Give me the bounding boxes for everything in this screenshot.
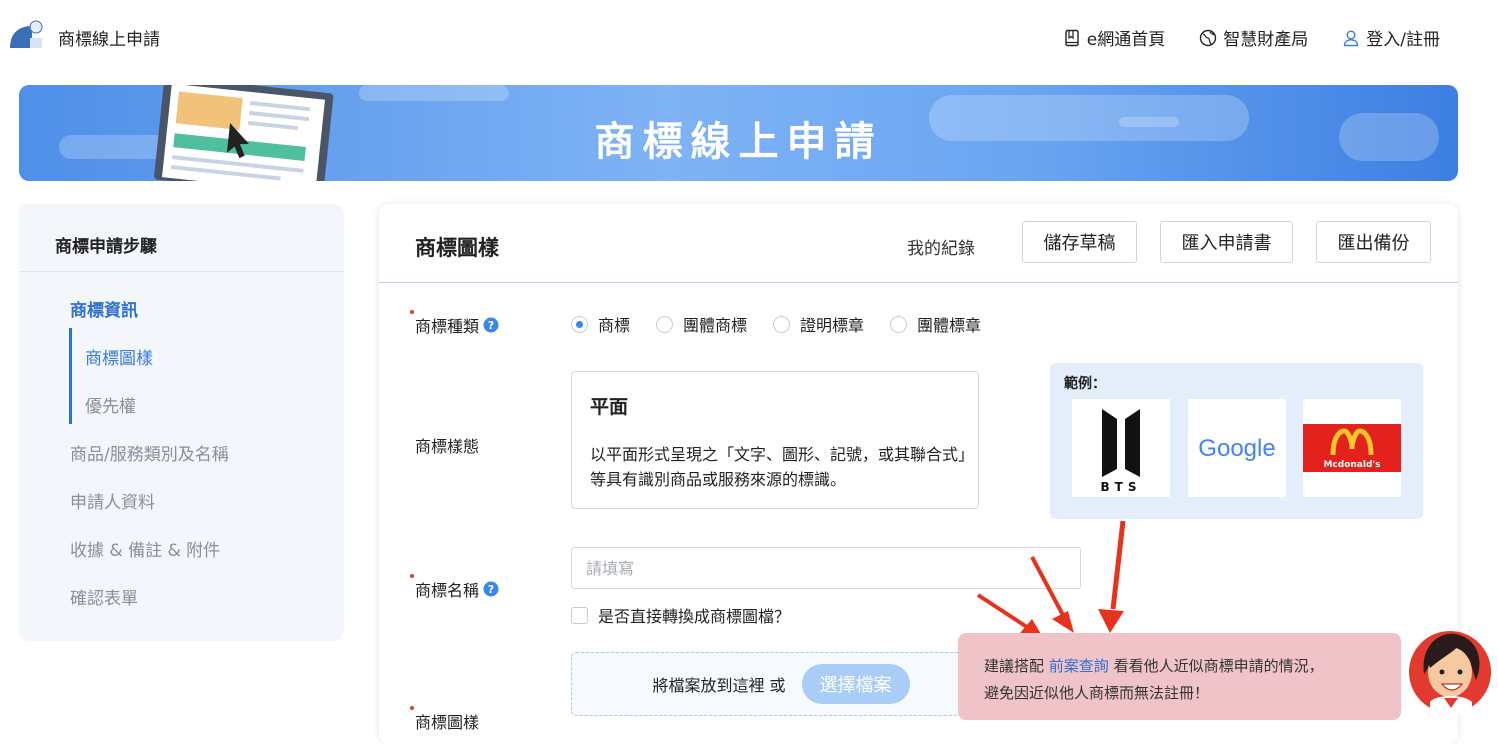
radio-certification-mark[interactable]: 證明標章 xyxy=(773,312,864,336)
banner-title: 商標線上申請 xyxy=(594,119,883,165)
panel-divider xyxy=(379,282,1458,283)
nav-login-label: 登入/註冊 xyxy=(1366,30,1440,50)
assistant-avatar-icon[interactable] xyxy=(1404,622,1494,714)
app-title[interactable]: 商標線上申請 xyxy=(58,25,160,50)
nav-tipo-link[interactable]: 智慧財產局 xyxy=(1199,25,1308,50)
bts-logo-icon: BTS xyxy=(1101,409,1142,493)
step-goods-services[interactable]: 商品/服務類別及名稱 xyxy=(70,440,229,465)
required-marker xyxy=(410,310,414,314)
user-icon xyxy=(1344,30,1359,46)
book-icon xyxy=(1065,29,1079,46)
bts-logo-text: BTS xyxy=(1101,480,1142,493)
hint-bubble: 建議搭配 前案查詢 看看他人近似商標申請的情況， 避免因近似他人商標而無法註冊！ xyxy=(958,633,1401,720)
top-bar: 商標線上申請 e網通首頁 智慧財產局 登入/註冊 xyxy=(0,0,1498,72)
prior-search-link[interactable]: 前案查詢 xyxy=(1049,657,1109,675)
required-marker xyxy=(410,706,414,710)
steps-sidebar: 商標申請步驟 商標資訊 商標圖樣 優先權 商品/服務類別及名稱 申請人資料 收據… xyxy=(19,204,344,641)
mcdonalds-logo-icon: Mcdonald's xyxy=(1303,424,1401,472)
banner-cloud xyxy=(359,85,509,101)
image-field-label: 商標圖樣 xyxy=(415,709,479,733)
radio-collective-trademark[interactable]: 團體商標 xyxy=(656,312,747,336)
image-label-text: 商標圖樣 xyxy=(415,713,480,732)
svg-text:?: ? xyxy=(488,583,494,596)
help-icon[interactable]: ? xyxy=(483,317,499,333)
example-box: 範例： BTS Google Mcdonald's xyxy=(1050,363,1423,519)
example-google-logo: Google xyxy=(1188,399,1286,497)
radio-circle[interactable] xyxy=(890,315,908,333)
google-logo-icon: Google xyxy=(1198,435,1275,462)
my-records-link[interactable]: 我的紀錄 xyxy=(907,234,975,259)
style-card-title: 平面 xyxy=(590,396,629,418)
step-applicant[interactable]: 申請人資料 xyxy=(70,488,155,513)
file-drop-zone[interactable]: 將檔案放到這裡 或 選擇檔案 xyxy=(571,652,991,716)
hint-line2: 避免因近似他人商標而無法註冊！ xyxy=(984,684,1210,702)
top-nav: e網通首頁 智慧財產局 登入/註冊 xyxy=(1063,25,1440,50)
google-logo-text: Google xyxy=(1198,435,1275,462)
radio-label: 商標 xyxy=(598,316,631,335)
radio-circle[interactable] xyxy=(656,315,674,333)
required-marker xyxy=(410,574,414,578)
step-confirm[interactable]: 確認表單 xyxy=(70,584,138,609)
trademark-name-input[interactable] xyxy=(571,547,1081,589)
style-card-desc: 以平面形式呈現之「文字、圖形、記號，或其聯合式」等具有識別商品或服務來源的標識。 xyxy=(590,445,967,489)
mcdonalds-logo-text: Mcdonald's xyxy=(1323,460,1380,470)
sidebar-title: 商標申請步驟 xyxy=(55,237,157,257)
type-field-label: 商標種類 ? xyxy=(415,313,499,337)
radio-checked-circle[interactable] xyxy=(571,315,588,333)
radio-circle[interactable] xyxy=(773,315,791,333)
style-field-label: 商標樣態 xyxy=(415,433,479,457)
choose-file-button[interactable]: 選擇檔案 xyxy=(801,664,910,704)
page-banner: 商標線上申請 xyxy=(19,85,1458,181)
tipo-logo-icon[interactable] xyxy=(6,18,46,52)
style-option-card[interactable]: 平面 以平面形式呈現之「文字、圖形、記號，或其聯合式」等具有識別商品或服務來源的… xyxy=(571,371,979,509)
convert-checkbox[interactable] xyxy=(571,606,588,624)
step-trademark-image[interactable]: 商標圖樣 xyxy=(85,344,153,369)
import-application-button[interactable]: 匯入申請書 xyxy=(1160,221,1293,263)
nav-home-label: e網通首頁 xyxy=(1086,30,1166,50)
example-mcdonalds-logo: Mcdonald's xyxy=(1303,399,1401,497)
drop-zone-text: 將檔案放到這裡 或 xyxy=(652,676,786,695)
style-label-text: 商標樣態 xyxy=(415,437,480,456)
nav-tipo-label: 智慧財產局 xyxy=(1223,30,1309,50)
radio-collective-mark[interactable]: 團體標章 xyxy=(890,312,981,336)
type-radio-group: 商標 團體商標 證明標章 團體標章 xyxy=(571,312,981,336)
name-field-label: 商標名稱 ? xyxy=(415,577,499,601)
nav-home-link[interactable]: e網通首頁 xyxy=(1063,25,1165,50)
nav-login-link[interactable]: 登入/註冊 xyxy=(1342,25,1440,50)
example-label: 範例： xyxy=(1064,376,1106,392)
save-draft-button[interactable]: 儲存草稿 xyxy=(1022,221,1137,263)
panel-title: 商標圖樣 xyxy=(415,236,499,260)
radio-label: 證明標章 xyxy=(800,316,865,335)
type-label-text: 商標種類 xyxy=(415,317,480,336)
radio-label: 團體商標 xyxy=(683,316,748,335)
radio-trademark[interactable]: 商標 xyxy=(571,312,630,336)
convert-checkbox-row[interactable]: 是否直接轉換成商標圖檔？ xyxy=(571,603,790,627)
name-label-text: 商標名稱 xyxy=(415,581,480,600)
globe-icon xyxy=(1200,29,1217,46)
svg-text:?: ? xyxy=(488,319,494,332)
hint-text: 建議搭配 前案查詢 看看他人近似商標申請的情況， 避免因近似他人商標而無法註冊！ xyxy=(984,653,1324,707)
example-bts-logo: BTS xyxy=(1072,399,1170,497)
step-trademark-info[interactable]: 商標資訊 xyxy=(70,296,138,321)
convert-checkbox-label: 是否直接轉換成商標圖檔？ xyxy=(598,607,791,626)
substep-indicator xyxy=(69,328,72,424)
radio-label: 團體標章 xyxy=(917,316,982,335)
sidebar-divider xyxy=(19,271,344,272)
export-backup-button[interactable]: 匯出備份 xyxy=(1316,221,1431,263)
step-receipt-notes[interactable]: 收據 & 備註 & 附件 xyxy=(70,536,220,561)
step-priority[interactable]: 優先權 xyxy=(85,392,136,417)
hint-prefix: 建議搭配 xyxy=(984,657,1045,675)
hint-suffix: 看看他人近似商標申請的情況， xyxy=(1113,657,1324,675)
help-icon[interactable]: ? xyxy=(483,581,499,597)
